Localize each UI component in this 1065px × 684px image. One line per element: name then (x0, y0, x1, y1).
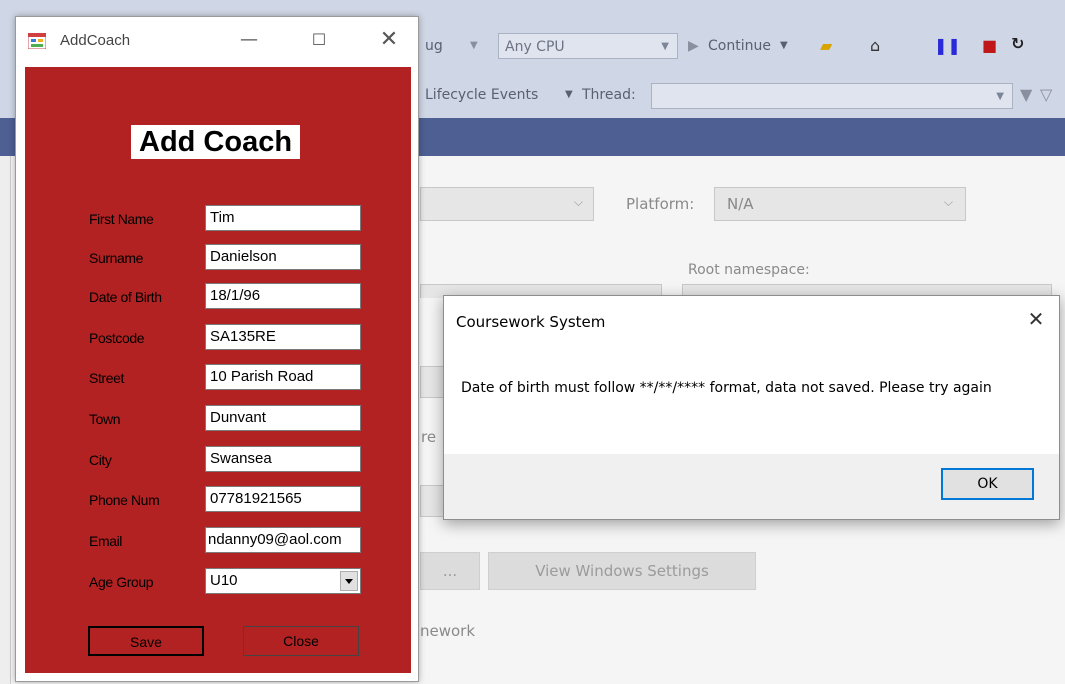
email-label: Email (89, 533, 123, 549)
maximize-icon[interactable]: ☐ (304, 25, 334, 55)
phone-num-input[interactable]: 07781921565 (205, 486, 361, 512)
close-icon[interactable]: ✕ (374, 25, 404, 55)
coursework-system-dialog: Coursework System ✕ Date of birth must f… (443, 295, 1060, 520)
save-button[interactable]: Save (88, 626, 204, 656)
target-framework-field[interactable] (420, 366, 445, 398)
chevron-down-icon: ▼ (565, 89, 573, 100)
first-name-input[interactable]: Tim (205, 205, 361, 231)
form-heading: Add Coach (131, 125, 301, 159)
form-body: Add Coach First Name Tim Surname Daniels… (25, 67, 411, 673)
output-type-field[interactable] (420, 485, 445, 517)
filter-icon[interactable]: ▼ (1020, 85, 1032, 105)
street-label: Street (89, 370, 124, 386)
platform-label: Platform: (626, 195, 695, 213)
chevron-down-icon: ▼ (470, 40, 478, 51)
platform-dropdown-value: Any CPU (505, 39, 565, 55)
thread-dropdown[interactable]: ▼ (651, 83, 1013, 109)
phone-num-label: Phone Num (89, 492, 160, 508)
age-group-select[interactable]: U10 (205, 568, 361, 594)
partial-text: nework (420, 622, 476, 640)
age-group-label: Age Group (89, 574, 154, 590)
partial-text: re (421, 428, 437, 446)
continue-button[interactable]: Continue (708, 36, 771, 56)
config-dropdown-partial[interactable]: ug (425, 36, 443, 56)
find-icon[interactable]: ▰ (820, 36, 832, 56)
thread-label: Thread: (582, 87, 636, 103)
form-app-icon (28, 33, 46, 49)
chevron-down-icon: ▼ (996, 91, 1004, 102)
platform-dropdown[interactable]: Any CPU ▼ (498, 33, 678, 59)
ok-button[interactable]: OK (941, 468, 1034, 500)
add-coach-window: AddCoach — ☐ ✕ Add Coach First Name Tim … (15, 16, 419, 682)
surname-input[interactable]: Danielson (205, 244, 361, 270)
date-of-birth-label: Date of Birth (89, 289, 162, 305)
age-group-value: U10 (210, 572, 238, 589)
view-windows-settings-button[interactable]: View Windows Settings (488, 552, 756, 590)
close-button[interactable]: Close (243, 626, 359, 656)
play-icon: ▶ (688, 38, 699, 54)
home-icon[interactable]: ⌂ (870, 36, 880, 56)
postcode-label: Postcode (89, 330, 145, 346)
minimize-icon[interactable]: — (234, 25, 264, 55)
window-title-bar[interactable]: AddCoach — ☐ ✕ (16, 17, 418, 67)
window-title: AddCoach (60, 32, 131, 49)
first-name-label: First Name (89, 211, 154, 227)
filter-clear-icon[interactable]: ▽ (1040, 85, 1052, 105)
date-of-birth-input[interactable]: 18/1/96 (205, 283, 361, 309)
pause-icon[interactable]: ❚❚ (934, 36, 961, 56)
town-label: Town (89, 411, 121, 427)
stop-icon[interactable]: ■ (982, 36, 997, 56)
vs-left-panel (0, 156, 11, 684)
platform-select[interactable]: N/A ⌵ (714, 187, 966, 221)
lifecycle-events-menu[interactable]: Lifecycle Events (425, 85, 538, 105)
chevron-down-icon[interactable] (340, 571, 358, 591)
root-namespace-label: Root namespace: (688, 262, 810, 278)
postcode-input[interactable]: SA135RE (205, 324, 361, 350)
ellipsis-button[interactable]: ... (420, 552, 480, 590)
platform-select-value: N/A (727, 195, 754, 213)
surname-label: Surname (89, 250, 144, 266)
chevron-down-icon: ⌵ (943, 195, 953, 209)
restart-icon[interactable]: ↻ (1011, 34, 1024, 54)
chevron-down-icon: ⌵ (573, 195, 583, 209)
chevron-down-icon: ▼ (661, 41, 669, 52)
close-icon[interactable]: ✕ (1021, 304, 1051, 334)
dialog-title: Coursework System (456, 313, 606, 331)
vs-title-strip (0, 0, 1065, 8)
town-input[interactable]: Dunvant (205, 405, 361, 431)
dialog-footer: OK (444, 454, 1059, 519)
chevron-down-icon: ▼ (780, 40, 788, 51)
city-input[interactable]: Swansea (205, 446, 361, 472)
dialog-message: Date of birth must follow **/**/**** for… (461, 380, 992, 396)
city-label: City (89, 452, 112, 468)
email-input[interactable]: ndanny09@aol.com (205, 527, 361, 553)
configuration-dropdown[interactable]: ⌵ (420, 187, 594, 221)
street-input[interactable]: 10 Parish Road (205, 364, 361, 390)
